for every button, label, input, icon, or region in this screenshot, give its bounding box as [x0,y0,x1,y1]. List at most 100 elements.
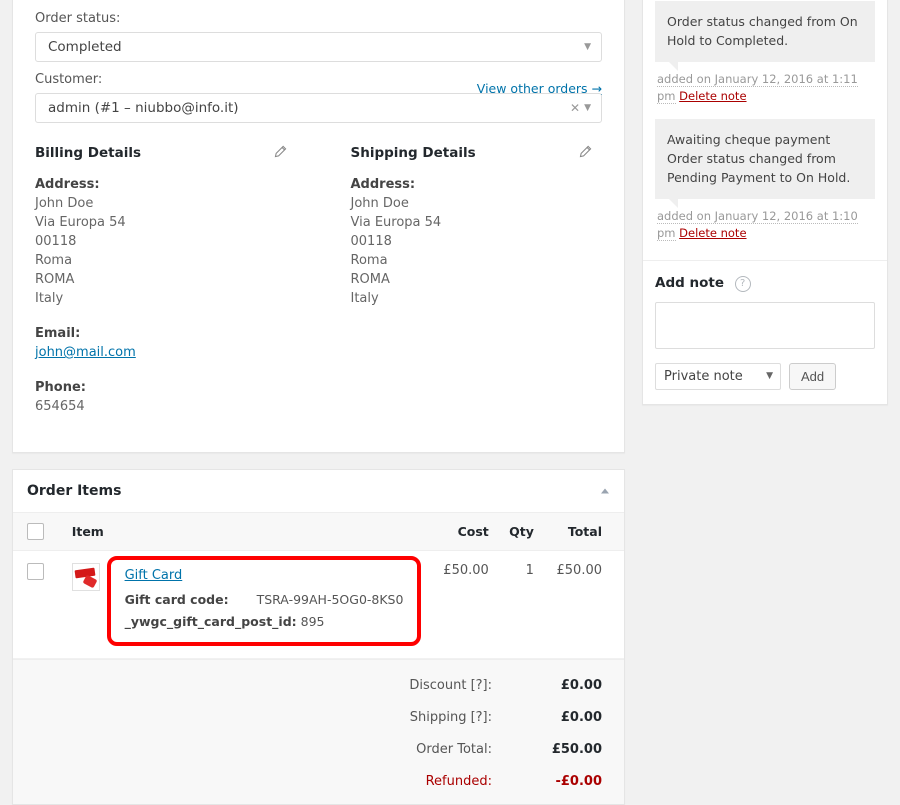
product-thumbnail-cell [63,550,107,659]
item-meta-row: Gift card code: TSRA-99AH-5OG0-8KS0 [125,589,404,611]
shipping-details-title: Shipping Details [350,145,476,161]
add-note-textarea[interactable] [655,302,875,349]
customer-value: admin (#1 – niubbo@info.it) [48,100,239,116]
edit-pencil-icon[interactable] [578,145,592,159]
order-items-panel: Order Items Item Cost Qty Total Gift Car… [12,469,625,805]
note-type-select[interactable]: Private note ▼ [655,363,781,390]
billing-address-line: Italy [35,291,64,306]
order-edit-screen: Order status: Completed ▼ Customer: View… [0,0,900,805]
note-meta: added on January 12, 2016 at 1:11 pm Del… [655,62,875,105]
billing-phone-block: Phone: 654654 [35,378,319,416]
row-select-cell [13,550,64,659]
add-note-title: Add note [655,275,724,291]
item-total: £50.00 [539,550,624,659]
billing-phone-label: Phone: [35,380,86,395]
add-note-title-row: Add note ? [655,275,875,292]
order-items-header: Order Items [13,470,624,513]
row-checkbox[interactable] [27,563,44,580]
chevron-down-icon: ▼ [584,103,591,113]
item-details-cell: Gift Card Gift card code: TSRA-99AH-5OG0-… [106,550,430,659]
note-content: Order status changed from On Hold to Com… [655,1,875,71]
order-totals-area: Discount [?]: £0.00 Shipping [?]: £0.00 … [13,659,624,804]
order-items-table-header: Item Cost Qty Total [13,513,624,551]
shipping-value: £0.00 [560,710,602,725]
item-cost: £50.00 [429,550,495,659]
refunded-label: Refunded: [425,774,492,789]
customer-select[interactable]: admin (#1 – niubbo@info.it) ✕ ▼ [35,93,602,123]
addresses-wrapper: Billing Details Address: John Doe Via Eu… [35,145,602,432]
totals-row-order-total: Order Total: £50.00 [409,734,624,766]
order-status-label: Order status: [35,11,121,26]
billing-phone-value: 654654 [35,399,85,414]
order-status-value: Completed [48,39,122,55]
select-all-checkbox[interactable] [27,523,44,540]
customer-field: Customer: View other orders → admin (#1 … [35,71,602,123]
order-data-panel: Order status: Completed ▼ Customer: View… [12,0,625,453]
shipping-address-line: Via Europa 54 [350,215,442,230]
billing-email-link[interactable]: john@mail.com [35,343,319,362]
gift-card-thumbnail-icon [71,563,100,591]
billing-address-label: Address: [35,177,100,192]
product-name-link[interactable]: Gift Card [125,568,183,583]
billing-address-line: 00118 [35,234,77,249]
order-notes-sidebar: Order status changed from On Hold to Com… [642,0,888,405]
select-all-header [13,513,64,551]
table-header-row: Item Cost Qty Total [13,513,624,551]
order-items-table: Item Cost Qty Total Gift Card Gift card … [13,513,624,659]
list-item: Awaiting cheque payment Order status cha… [655,119,875,242]
chevron-down-icon: ▼ [584,42,591,52]
shipping-address-line: Italy [350,291,379,306]
add-note-section: Add note ? Private note ▼ Add [643,260,887,404]
add-note-button[interactable]: Add [789,363,837,390]
shipping-address-line: Roma [350,253,388,268]
shipping-address-line: 00118 [350,234,392,249]
add-note-controls: Private note ▼ Add [655,363,875,390]
billing-email-block: Email: john@mail.com [35,324,319,362]
item-meta-key: _ywgc_gift_card_post_id: [124,614,297,629]
billing-address-line: John Doe [35,196,94,211]
shipping-address-block: Address: John Doe Via Europa 54 00118 Ro… [351,175,603,308]
billing-address-line: ROMA [35,272,75,287]
table-row: Gift Card Gift card code: TSRA-99AH-5OG0-… [13,550,624,659]
item-meta-key: Gift card code: [124,592,229,607]
delete-note-link[interactable]: Delete note [679,226,746,240]
order-status-select[interactable]: Completed ▼ [35,32,602,62]
billing-details-column: Billing Details Address: John Doe Via Eu… [35,145,319,432]
order-totals-table: Discount [?]: £0.00 Shipping [?]: £0.00 … [409,670,624,798]
totals-row-shipping: Shipping [?]: £0.00 [409,702,624,734]
item-qty: 1 [494,550,540,659]
left-column: Order status: Completed ▼ Customer: View… [12,0,625,805]
column-header-total: Total [539,513,624,551]
item-meta-value: TSRA-99AH-5OG0-8KS0 [256,592,404,607]
discount-label: Discount [?]: [409,678,492,693]
collapse-toggle-icon[interactable] [598,484,612,498]
billing-address-block: Address: John Doe Via Europa 54 00118 Ro… [35,175,319,308]
billing-email-label: Email: [35,326,81,341]
totals-row-discount: Discount [?]: £0.00 [409,670,624,702]
help-icon[interactable]: ? [734,276,751,292]
order-items-table-body: Gift Card Gift card code: TSRA-99AH-5OG0-… [13,550,624,659]
note-content: Awaiting cheque payment Order status cha… [655,119,875,208]
billing-address-line: Roma [35,253,73,268]
order-status-field: Order status: Completed ▼ [35,10,602,62]
order-total-value: £50.00 [551,742,602,757]
order-total-label: Order Total: [416,742,492,757]
item-meta-value: 895 [300,614,325,629]
close-icon[interactable]: ✕ [570,94,580,122]
column-header-item: Item [63,513,430,551]
item-meta-row: _ywgc_gift_card_post_id: 895 [125,611,404,633]
shipping-details-column: Shipping Details Address: John Doe Via E… [319,145,603,432]
order-items-title: Order Items [27,483,122,499]
note-type-value: Private note [664,369,743,384]
edit-pencil-icon[interactable] [273,145,287,159]
highlighted-gift-card-region: Gift Card Gift card code: TSRA-99AH-5OG0-… [106,556,422,646]
chevron-down-icon: ▼ [766,371,773,381]
discount-value: £0.00 [560,678,602,693]
shipping-address-line: ROMA [350,272,390,287]
list-item: Order status changed from On Hold to Com… [655,1,875,105]
delete-note-link[interactable]: Delete note [679,89,746,103]
shipping-label: Shipping [?]: [409,710,492,725]
column-header-cost: Cost [429,513,495,551]
shipping-address-line: John Doe [350,196,409,211]
refunded-value: -£0.00 [555,774,602,789]
